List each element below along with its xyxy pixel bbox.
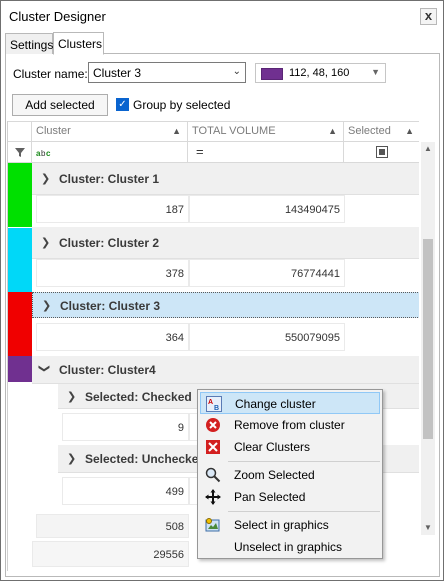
group-row-cluster-1[interactable]: ❯ Cluster: Cluster 1 [32,163,419,195]
group-row-cluster-2[interactable]: ❯ Cluster: Cluster 2 [32,227,419,259]
chevron-right-icon[interactable]: ❯ [67,390,76,403]
tab-clusters[interactable]: Clusters [53,32,104,55]
tab-settings[interactable]: Settings [5,33,53,54]
equals-operator: = [196,144,204,159]
color-value: 112, 48, 160 [289,67,350,79]
tristate-checkbox[interactable] [376,146,388,158]
menu-item-label: Clear Clusters [234,440,311,454]
sort-up-icon: ▲ [405,126,414,136]
filter-selected[interactable] [344,142,419,162]
cluster-color-bar [8,228,32,292]
chevron-right-icon[interactable]: ❯ [41,236,50,249]
tab-strip: Settings Clusters [5,32,440,55]
a-b-c-text-filter-icon: a b c [36,149,51,158]
menu-item-label: Unselect in graphics [234,540,343,554]
chevron-down-icon: ⌄ [232,66,241,77]
group-label: Cluster: Cluster 3 [60,299,161,313]
grid-header: Cluster ▲ TOTAL VOLUME ▲ Selected ▲ [8,121,419,142]
color-picker[interactable]: 112, 48, 160 ▼ [255,63,386,83]
cluster-designer-window: Cluster Designer x Settings Clusters Clu… [0,0,444,581]
menu-item-pan-selected[interactable]: Pan Selected [200,486,380,508]
menu-item-label: Select in graphics [234,518,329,532]
window-title: Cluster Designer [9,9,106,24]
chevron-right-icon[interactable]: ❯ [42,299,51,312]
clear-icon [206,440,220,454]
count-cell: 508 [36,514,189,538]
scroll-thumb[interactable] [423,239,433,439]
header-indicator [8,122,32,142]
group-by-label: Group by selected [133,98,231,112]
group-by-checkbox[interactable]: ✓ [116,98,129,111]
count-cell: 364 [36,323,189,351]
chevron-right-icon[interactable]: ❯ [67,452,76,465]
menu-item-remove-from-cluster[interactable]: Remove from cluster [200,414,380,436]
title-bar: Cluster Designer x [1,1,443,31]
menu-item-select-in-graphics[interactable]: Select in graphics [200,514,380,536]
filter-cluster[interactable]: a b c [32,142,188,162]
svg-text:A: A [208,399,213,406]
cluster-name-value: Cluster 3 [93,66,142,80]
color-swatch [261,68,283,80]
filter-volume[interactable]: = [188,142,344,162]
column-header-cluster[interactable]: Cluster ▲ [32,122,188,142]
chevron-down-icon: ▼ [371,67,380,77]
add-selected-button[interactable]: Add selected [12,94,108,116]
cluster-color-bar [8,356,32,382]
column-label: Cluster [36,125,71,137]
filter-row: a b c = [8,142,419,163]
menu-item-change-cluster[interactable]: A B Change cluster [200,392,380,414]
volume-cell: 550079095 [189,323,345,351]
subgroup-label: Selected: Unchecked [85,452,206,466]
subgroup-label: Selected: Checked [85,390,192,404]
column-header-selected[interactable]: Selected ▲ [344,122,419,142]
menu-item-clear-clusters[interactable]: Clear Clusters [200,436,380,458]
menu-item-unselect-in-graphics[interactable]: Unselect in graphics [200,536,380,558]
sort-up-icon: ▲ [172,126,181,136]
cluster-name-label: Cluster name: [13,67,88,81]
group-row-cluster-4[interactable]: ❯ Cluster: Cluster4 [32,356,419,384]
pan-icon [205,489,221,505]
context-menu: A B Change cluster Remove from cluster C… [197,389,383,559]
column-header-volume[interactable]: TOTAL VOLUME ▲ [188,122,344,142]
menu-item-label: Zoom Selected [234,468,315,482]
column-label: Selected [348,125,391,137]
menu-separator [228,511,380,512]
count-cell: 9 [62,413,189,441]
remove-icon [206,418,220,432]
chevron-down-icon[interactable]: ❯ [38,364,51,373]
group-label: Cluster: Cluster 2 [59,236,160,250]
group-row-cluster-3[interactable]: ❯ Cluster: Cluster 3 [32,292,419,318]
count-cell: 378 [36,259,189,287]
menu-item-label: Pan Selected [234,490,306,504]
menu-item-label: Remove from cluster [234,418,345,432]
vertical-scrollbar[interactable]: ▲ ▼ [421,142,435,535]
menu-item-zoom-selected[interactable]: Zoom Selected [200,464,380,486]
select-graphics-icon [205,518,220,532]
group-label: Cluster: Cluster4 [59,363,156,377]
svg-text:B: B [214,405,219,412]
count-cell: 499 [62,477,189,505]
column-label: TOTAL VOLUME [192,125,276,137]
filter-icon[interactable] [8,142,32,162]
change-cluster-icon: A B [206,396,222,412]
svg-text:c: c [46,149,51,158]
close-icon[interactable]: x [420,8,437,25]
count-cell: 187 [36,195,189,223]
cluster-color-bar [8,163,32,227]
scroll-up-icon[interactable]: ▲ [421,142,435,156]
chevron-right-icon[interactable]: ❯ [41,172,50,185]
total-count-cell: 29556 [32,541,189,567]
volume-cell: 76774441 [189,259,345,287]
sort-up-icon: ▲ [328,126,337,136]
funnel-icon [15,148,25,157]
zoom-icon [205,467,221,483]
group-label: Cluster: Cluster 1 [59,172,160,186]
cluster-name-combo[interactable]: Cluster 3 ⌄ [88,62,246,83]
cluster-color-bar [8,292,32,356]
scroll-down-icon[interactable]: ▼ [421,521,435,535]
menu-separator [228,461,380,462]
menu-item-label: Change cluster [235,397,316,411]
volume-cell: 143490475 [189,195,345,223]
